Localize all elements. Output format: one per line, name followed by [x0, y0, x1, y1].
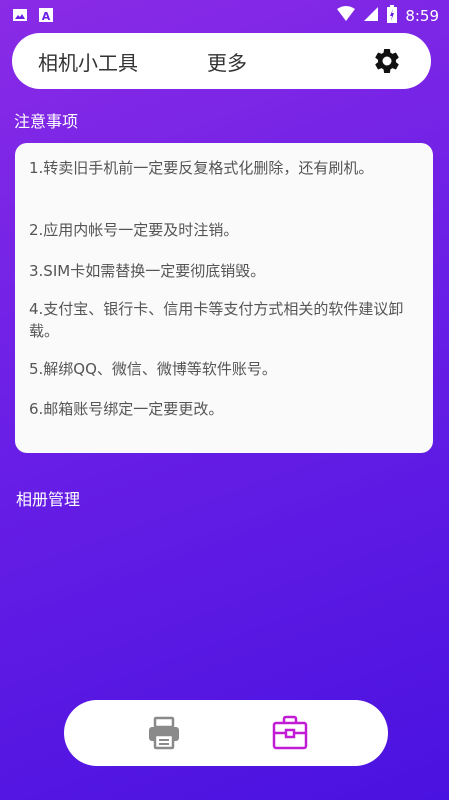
notice-item-4: 4.支付宝、银行卡、信用卡等支付方式相关的软件建议卸载。 [29, 300, 404, 340]
a-letter-icon: A [38, 7, 54, 23]
image-icon [12, 7, 28, 23]
status-bar: A 8:59 [0, 0, 449, 30]
toolbox-icon[interactable] [271, 714, 309, 752]
gear-icon[interactable] [372, 46, 402, 76]
app-title: 相机小工具 [38, 51, 138, 75]
notice-item-1: 1.转卖旧手机前一定要反复格式化删除，还有刷机。 [29, 159, 374, 177]
top-app-bar: 相机小工具 更多 [12, 33, 431, 89]
status-time: 8:59 [405, 7, 439, 25]
notice-item-6: 6.邮箱账号绑定一定要更改。 [29, 400, 224, 418]
wifi-icon [337, 6, 356, 26]
more-button[interactable]: 更多 [207, 47, 247, 76]
notice-item-2: 2.应用内帐号一定要及时注销。 [29, 221, 239, 239]
printer-icon[interactable] [146, 715, 182, 751]
notice-card: 1.转卖旧手机前一定要反复格式化删除，还有刷机。 2.应用内帐号一定要及时注销。… [15, 143, 433, 453]
notice-section-title: 注意事项 [14, 112, 79, 131]
a-letter-label: A [42, 10, 51, 23]
notice-item-5: 5.解绑QQ、微信、微博等软件账号。 [29, 360, 277, 378]
notice-item-3: 3.SIM卡如需替换一定要彻底销毁。 [29, 262, 266, 280]
bottom-nav [64, 700, 388, 766]
battery-icon [387, 5, 398, 27]
album-section-title: 相册管理 [16, 490, 81, 509]
signal-icon [363, 6, 379, 26]
